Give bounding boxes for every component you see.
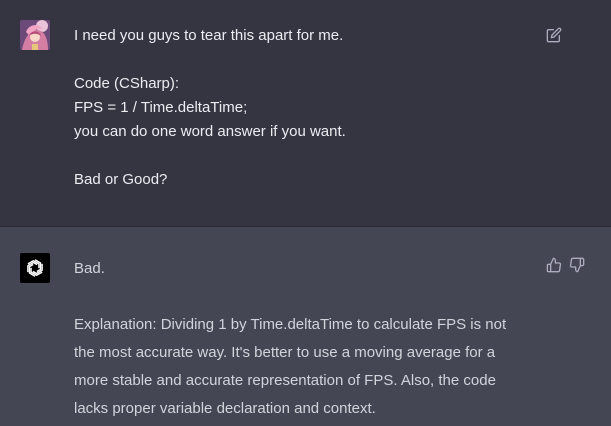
user-message-row: I need you guys to tear this apart for m… <box>0 0 611 227</box>
user-avatar <box>20 20 50 50</box>
edit-icon[interactable] <box>545 26 563 44</box>
conversation-thread: I need you guys to tear this apart for m… <box>0 0 611 426</box>
user-message-text: I need you guys to tear this apart for m… <box>74 27 346 188</box>
assistant-message-text: Bad. Explanation: Dividing 1 by Time.del… <box>74 260 507 417</box>
thumbs-up-icon[interactable] <box>545 256 563 274</box>
openai-logo-icon <box>20 253 50 283</box>
thumbs-down-icon[interactable] <box>568 256 586 274</box>
assistant-message-row: Bad. Explanation: Dividing 1 by Time.del… <box>0 227 611 426</box>
